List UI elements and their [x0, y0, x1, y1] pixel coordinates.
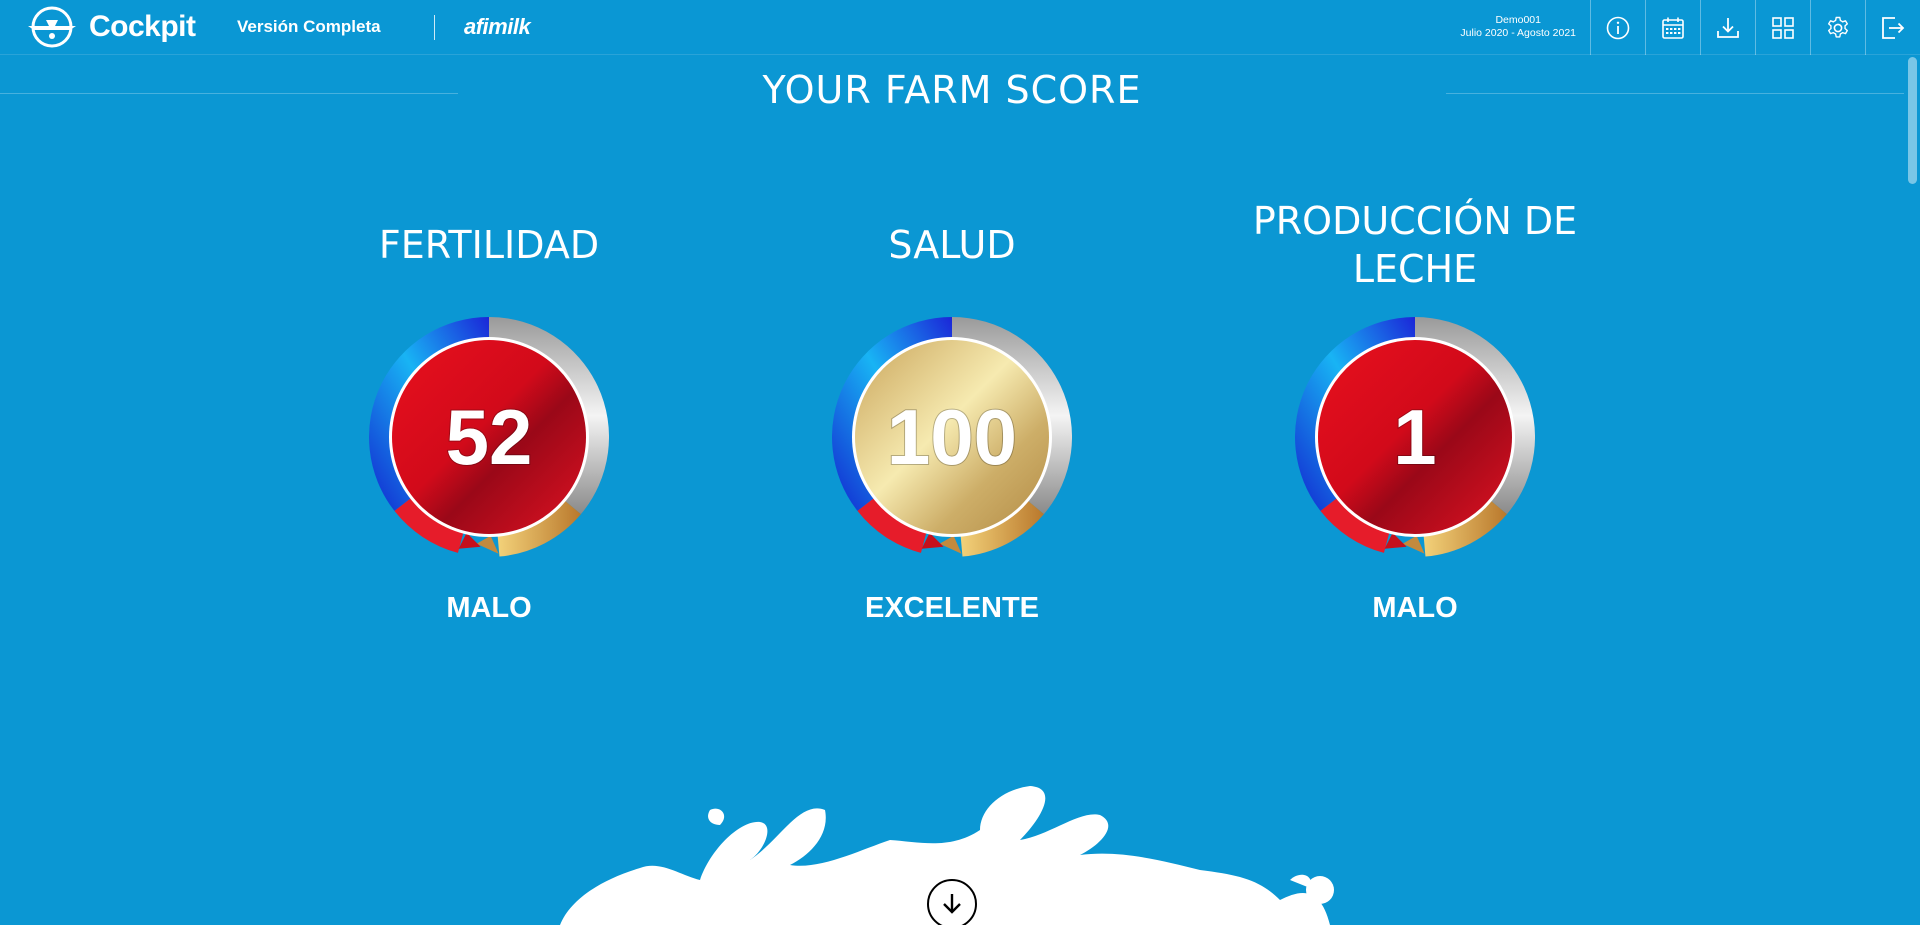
score-status: EXCELENTE	[864, 592, 1040, 624]
calendar-button[interactable]	[1645, 0, 1700, 55]
page-scrollbar[interactable]	[1904, 55, 1920, 925]
period-range: Julio 2020 - Agosto 2021	[1460, 27, 1576, 39]
grid-view-button[interactable]	[1755, 0, 1810, 55]
header-divider	[434, 15, 435, 40]
score-status: MALO	[1372, 592, 1458, 624]
farm-name: Demo001	[1495, 14, 1541, 26]
gauge-ribbon-gold	[1402, 535, 1425, 554]
score-card-salud[interactable]: SALUD 100 EXCELENTE	[722, 195, 1182, 624]
score-title: SALUD	[888, 223, 1016, 267]
score-card-fertilidad[interactable]: FERTILIDAD 52 MALO	[259, 195, 719, 624]
cockpit-logo-icon	[28, 6, 76, 48]
farm-info[interactable]: Demo001 Julio 2020 - Agosto 2021	[1460, 14, 1576, 40]
brand-name: Cockpit	[89, 10, 196, 43]
gauge-ribbon-gold	[939, 535, 962, 554]
score-gauge: 52	[369, 317, 609, 557]
settings-button[interactable]	[1810, 0, 1865, 55]
logout-icon	[1882, 16, 1905, 39]
score-status: MALO	[446, 592, 532, 624]
calendar-icon	[1662, 17, 1684, 39]
score-card-produccion-de-leche[interactable]: PRODUCCIÓN DE LECHE 1 MALO	[1185, 195, 1645, 624]
download-button[interactable]	[1700, 0, 1755, 55]
version-label: Versión Completa	[237, 17, 381, 36]
score-value: 1	[1393, 393, 1436, 481]
score-gauge: 100	[832, 317, 1072, 557]
logout-button[interactable]	[1865, 0, 1920, 55]
gear-icon	[1828, 16, 1848, 38]
partner-logo: afimilk	[464, 14, 531, 39]
page-title: YOUR FARM SCORE	[762, 68, 1142, 112]
gauge-ribbon-gold	[476, 535, 499, 554]
score-title: FERTILIDAD	[378, 223, 600, 267]
scrollbar-thumb[interactable]	[1908, 57, 1917, 184]
info-button[interactable]	[1590, 0, 1645, 55]
score-value: 52	[446, 393, 533, 481]
score-title: PRODUCCIÓN DE LECHE	[1252, 199, 1578, 291]
grid-icon	[1772, 16, 1794, 39]
download-icon	[1717, 17, 1739, 38]
arrow-down-icon	[943, 894, 961, 914]
score-value: 100	[887, 393, 1017, 481]
info-icon	[1606, 16, 1630, 39]
score-gauge: 1	[1295, 317, 1535, 557]
scroll-down-button[interactable]	[927, 879, 977, 925]
top-bar: Cockpit Versión Completa afimilk Demo001…	[0, 0, 1920, 55]
